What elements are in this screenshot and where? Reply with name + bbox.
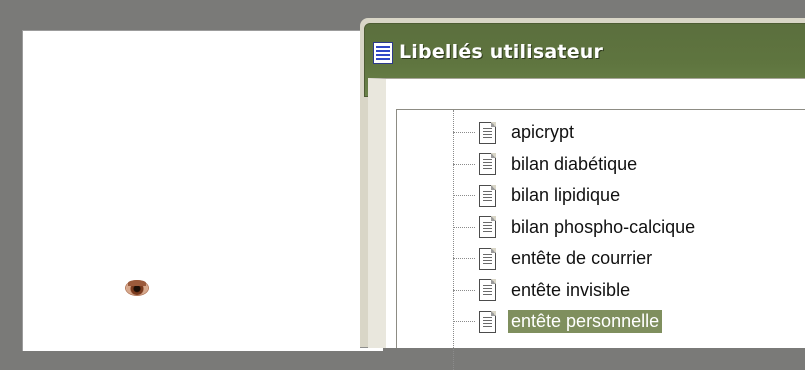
tree-branch-line: [453, 163, 475, 165]
document-icon: [479, 216, 496, 239]
document-list-icon: [373, 42, 393, 64]
document-icon: [479, 153, 496, 176]
tree-branch-line: [453, 195, 475, 197]
tree-item[interactable]: bilan diabétique: [453, 149, 698, 181]
tree-item-label[interactable]: bilan lipidique: [508, 184, 623, 207]
tree-item-selected[interactable]: entête personnelle: [453, 306, 698, 338]
eye-icon[interactable]: [126, 280, 148, 295]
tree-branch-line: [453, 132, 475, 134]
tree-item[interactable]: apicrypt: [453, 117, 698, 149]
tree-item[interactable]: entête invisible: [453, 275, 698, 307]
tree-list: apicrypt bilan diabétique bilan lipidiqu…: [453, 117, 698, 338]
tree-item-label[interactable]: entête de courrier: [508, 247, 655, 270]
dialog-title: Libellés utilisateur: [399, 41, 604, 63]
tree-item-label[interactable]: bilan diabétique: [508, 153, 640, 176]
tree-item-label[interactable]: entête personnelle: [506, 309, 664, 335]
tree-item[interactable]: bilan phospho-calcique: [453, 212, 698, 244]
tree-item-label[interactable]: bilan phospho-calcique: [508, 216, 698, 239]
document-icon: [479, 310, 496, 333]
tree-frame: apicrypt bilan diabétique bilan lipidiqu…: [368, 78, 805, 370]
tree-branch-line: [453, 289, 475, 291]
tree-branch-line: [453, 226, 475, 228]
label-tree[interactable]: apicrypt bilan diabétique bilan lipidiqu…: [396, 109, 805, 370]
document-icon: [479, 247, 496, 270]
document-icon: [479, 121, 496, 144]
left-white-panel: [22, 30, 383, 351]
tree-branch-line: [453, 321, 475, 323]
document-icon: [479, 184, 496, 207]
tree-item[interactable]: entête de courrier: [453, 243, 698, 275]
user-labels-dialog: Libellés utilisateur apicrypt bilan diab…: [360, 18, 805, 370]
tree-item-label[interactable]: apicrypt: [508, 121, 577, 144]
document-icon: [479, 279, 496, 302]
tree-item[interactable]: bilan lipidique: [453, 180, 698, 212]
tree-branch-line: [453, 258, 475, 260]
tree-item-label[interactable]: entête invisible: [508, 279, 633, 302]
